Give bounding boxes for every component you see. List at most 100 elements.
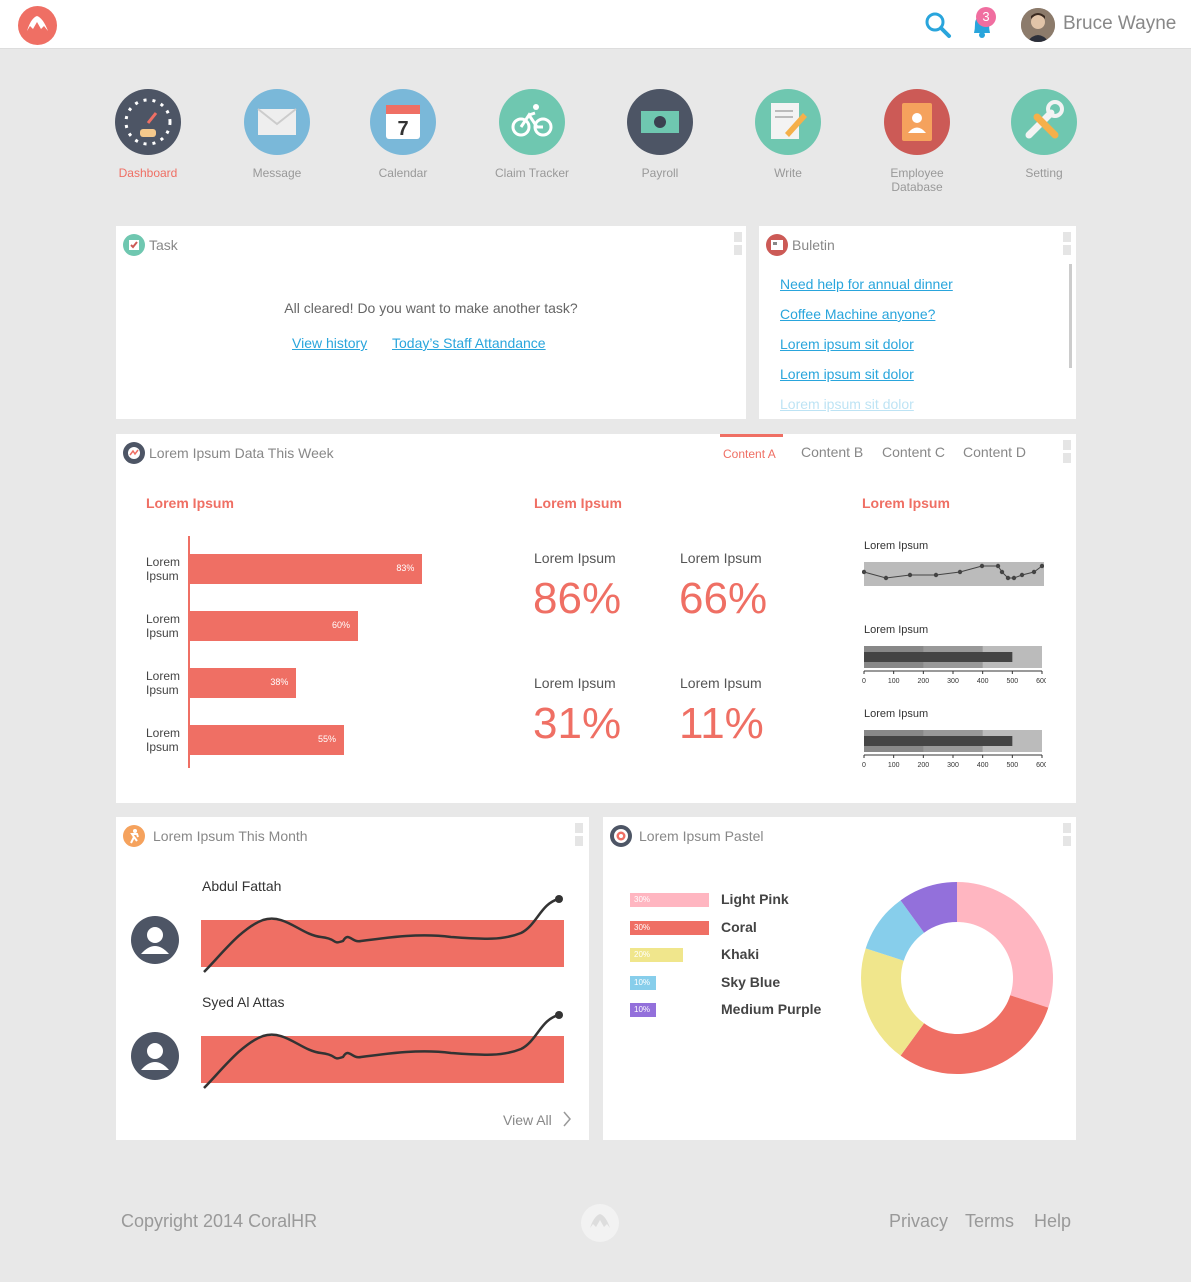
sparkline-point (862, 569, 867, 575)
stat-value: 11% (679, 699, 764, 748)
bullet-tick-label: 0 (862, 678, 866, 685)
scrollbar[interactable] (1069, 264, 1072, 368)
bulletin-item[interactable]: Lorem ipsum sit dolor (780, 366, 914, 382)
search-icon[interactable] (921, 9, 953, 41)
stat-value: 31% (533, 699, 622, 748)
bar-value-label: 38% (270, 677, 289, 687)
tab-content-a[interactable]: Content A (723, 447, 776, 461)
terms-link[interactable]: Terms (965, 1211, 1014, 1232)
privacy-link[interactable]: Privacy (889, 1211, 948, 1232)
dashboard-icon (115, 89, 181, 155)
month-panel: Lorem Ipsum This Month Abdul Fattah Syed… (116, 817, 589, 1140)
drag-handle[interactable] (1063, 823, 1071, 847)
nav-label: Setting (1025, 166, 1063, 180)
bullet-tick-label: 500 (1006, 678, 1018, 685)
bar-category-label: Lorem Ipsum (146, 555, 181, 583)
mini-chart-title: Lorem Ipsum (864, 540, 929, 552)
sparkline-point (1005, 575, 1011, 581)
trend-line (203, 895, 563, 973)
staff-attendance-link[interactable]: Today’s Staff Attandance (392, 335, 546, 351)
nav-employee-database[interactable]: Employee Database (862, 89, 972, 194)
bar-category-label: Lorem Ipsum (146, 726, 181, 754)
tab-content-b[interactable]: Content B (801, 444, 863, 460)
task-icon (123, 234, 145, 256)
bulletin-item[interactable]: Coffee Machine anyone? (780, 306, 935, 322)
help-link[interactable]: Help (1034, 1211, 1071, 1232)
coralhr-logo[interactable] (18, 6, 57, 45)
bullet-value-bar (864, 736, 1013, 746)
tab-content-c[interactable]: Content C (882, 444, 945, 460)
panel-title: Lorem Ipsum Data This Week (149, 445, 334, 461)
bulletin-item[interactable]: Need help for annual dinner (780, 276, 953, 292)
stat-value: 66% (679, 574, 768, 623)
bullet-tick-label: 300 (947, 762, 959, 769)
bullet-tick-label: 200 (917, 678, 929, 685)
view-all-link[interactable]: View All (503, 1111, 572, 1128)
sparkline-background (864, 562, 1044, 586)
username[interactable]: Bruce Wayne (1063, 13, 1176, 35)
drag-handle[interactable] (1063, 440, 1071, 464)
legend-swatch: 20% (630, 948, 683, 962)
legend-swatch: 30% (630, 893, 709, 907)
stat-label: Lorem Ipsum (534, 550, 616, 566)
bar: 38% (190, 668, 297, 698)
mini-chart-title: Lorem Ipsum (864, 708, 929, 720)
bullet-tick-label: 100 (888, 678, 900, 685)
sparkline-point (1019, 572, 1025, 578)
tools-icon (1011, 89, 1077, 155)
person-avatar (131, 1032, 179, 1080)
sparkline-point (957, 569, 963, 575)
person-avatar (131, 916, 179, 964)
nav-setting[interactable]: Setting (989, 89, 1099, 180)
runner-icon (123, 825, 145, 847)
legend-swatch: 10% (630, 975, 657, 990)
drag-handle[interactable] (575, 823, 583, 847)
bullet-tick-label: 0 (862, 762, 866, 769)
nav-label: Calendar (378, 166, 428, 180)
nav-label: Message (252, 166, 302, 180)
nav-message[interactable]: Message (222, 89, 332, 180)
notification-badge: 3 (976, 7, 996, 27)
footer-logo (581, 1204, 619, 1242)
person-name: Abdul Fattah (202, 878, 282, 894)
nav-calendar[interactable]: 7 Calendar (348, 89, 458, 180)
view-history-link[interactable]: View history (292, 335, 367, 351)
calendar-icon: 7 (370, 89, 436, 155)
nav-dashboard[interactable]: Dashboard (93, 89, 203, 180)
week-data-panel: Lorem Ipsum Data This Week Content A Con… (116, 434, 1076, 803)
nav-claim-tracker[interactable]: Claim Tracker (477, 89, 587, 180)
stat-label: Lorem Ipsum (680, 550, 762, 566)
sparkline-point (979, 563, 985, 569)
bar-category-label: Lorem Ipsum (146, 669, 181, 697)
section-title: Lorem Ipsum (534, 495, 622, 511)
donut-slice (957, 882, 1053, 1008)
bullet-tick-label: 300 (947, 678, 959, 685)
tab-content-d[interactable]: Content D (963, 444, 1026, 460)
section-title: Lorem Ipsum (862, 495, 950, 511)
bullet-tick-label: 400 (977, 678, 989, 685)
chevron-right-icon (562, 1111, 572, 1128)
active-tab-indicator (720, 434, 783, 437)
drag-handle[interactable] (734, 232, 742, 256)
user-avatar[interactable] (1021, 8, 1055, 42)
task-message: All cleared! Do you want to make another… (284, 300, 578, 316)
nav-write[interactable]: Write (733, 89, 843, 180)
legend-label: Medium Purple (721, 1001, 822, 1017)
nav-label: Employee Database (890, 166, 944, 194)
nav-label: Payroll (641, 166, 679, 180)
task-panel: Task All cleared! Do you want to make an… (116, 226, 746, 419)
drag-handle[interactable] (1063, 232, 1071, 256)
bar-value-label: 60% (331, 620, 350, 630)
panel-title: Task (149, 237, 178, 253)
nav-payroll[interactable]: Payroll (605, 89, 715, 180)
bullet-tick-label: 200 (917, 762, 929, 769)
sparkline-point (907, 572, 913, 578)
bar: 60% (190, 611, 358, 641)
bulletin-item[interactable]: Lorem ipsum sit dolor (780, 396, 914, 412)
bulletin-panel: Buletin Need help for annual dinner Coff… (759, 226, 1076, 419)
bullet-chart: 0 100 200 300 400 500 600 (862, 730, 1046, 769)
bulletin-item[interactable]: Lorem ipsum sit dolor (780, 336, 914, 352)
sparkline-point (999, 569, 1005, 575)
sparkline-point (883, 575, 889, 581)
target-icon (610, 825, 632, 847)
